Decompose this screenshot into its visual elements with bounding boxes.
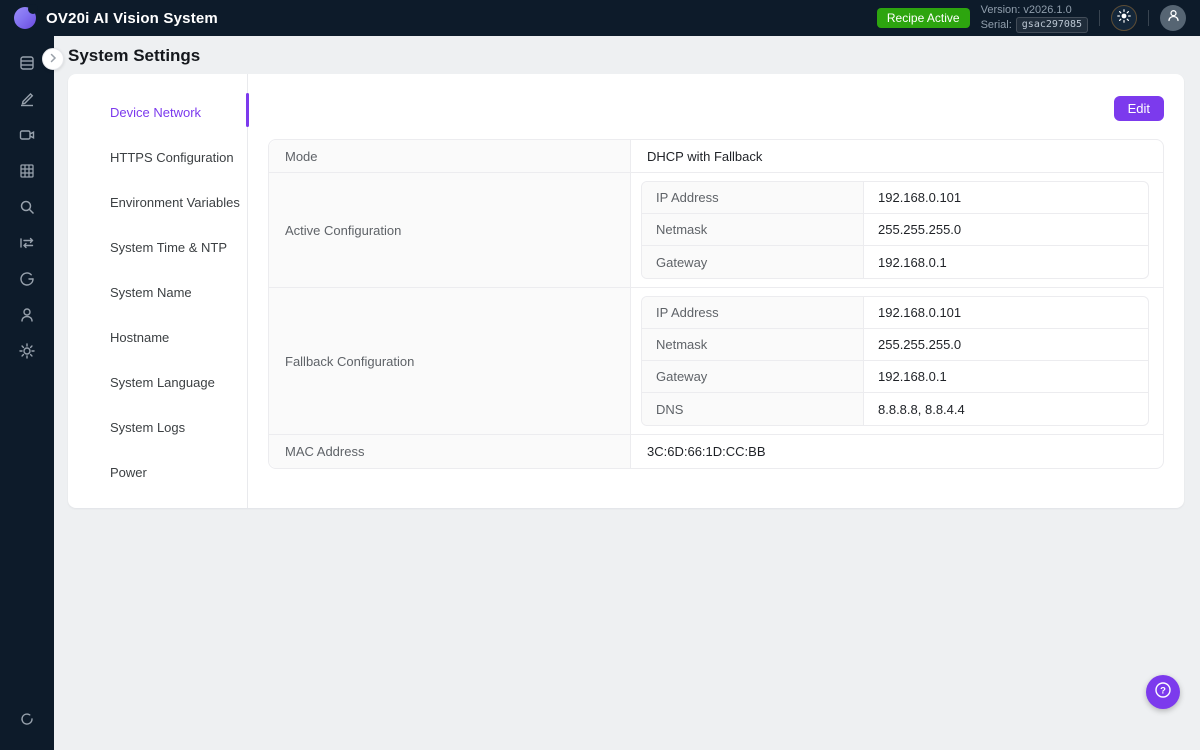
field-value: 192.168.0.101 bbox=[864, 182, 1148, 213]
nav-grid-icon[interactable] bbox=[9, 153, 45, 189]
top-bar: OV20i AI Vision System Recipe Active Ver… bbox=[0, 0, 1200, 36]
menu-item-https-configuration[interactable]: HTTPS Configuration bbox=[68, 135, 247, 180]
subtable-row-netmask: Netmask 255.255.255.0 bbox=[642, 329, 1148, 361]
subtable-row-ip-address: IP Address 192.168.0.101 bbox=[642, 182, 1148, 214]
row-label: Active Configuration bbox=[269, 173, 631, 287]
menu-item-device-network[interactable]: Device Network bbox=[68, 90, 247, 135]
subtable-row-gateway: Gateway 192.168.0.1 bbox=[642, 361, 1148, 393]
field-label: Netmask bbox=[642, 214, 864, 245]
field-label: IP Address bbox=[642, 182, 864, 213]
row-value: 3C:6D:66:1D:CC:BB bbox=[631, 435, 1163, 468]
refresh-spinner-icon[interactable] bbox=[9, 701, 45, 737]
page-title: System Settings bbox=[68, 46, 200, 66]
table-row-mode: Mode DHCP with Fallback bbox=[269, 140, 1163, 173]
field-label: DNS bbox=[642, 393, 864, 425]
serial-label: Serial: bbox=[981, 18, 1012, 33]
table-row-active-configuration: Active Configuration IP Address 192.168.… bbox=[269, 173, 1163, 288]
chevron-right-icon bbox=[48, 50, 58, 68]
nav-users-icon[interactable] bbox=[9, 297, 45, 333]
menu-item-label: Device Network bbox=[110, 105, 201, 120]
menu-item-label: System Language bbox=[110, 375, 215, 390]
app-title: OV20i AI Vision System bbox=[46, 10, 218, 27]
topbar-divider bbox=[1148, 10, 1149, 26]
table-row-mac-address: MAC Address 3C:6D:66:1D:CC:BB bbox=[269, 435, 1163, 468]
nav-search-icon[interactable] bbox=[9, 189, 45, 225]
field-value: 8.8.8.8, 8.8.4.4 bbox=[864, 393, 1148, 425]
serial-value: gsac297085 bbox=[1016, 17, 1088, 33]
topbar-divider bbox=[1099, 10, 1100, 26]
nav-io-flow-icon[interactable] bbox=[9, 225, 45, 261]
nav-edit-icon[interactable] bbox=[9, 81, 45, 117]
version-text: Version: v2026.1.0 bbox=[981, 3, 1088, 18]
menu-item-label: System Time & NTP bbox=[110, 240, 227, 255]
help-button[interactable]: ? bbox=[1146, 675, 1180, 709]
field-label: Gateway bbox=[642, 361, 864, 392]
network-settings-table: Mode DHCP with Fallback Active Configura… bbox=[268, 139, 1164, 469]
main-area: System Settings Device Network HTTPS Con… bbox=[54, 36, 1200, 750]
subtable-row-gateway: Gateway 192.168.0.1 bbox=[642, 246, 1148, 278]
menu-item-hostname[interactable]: Hostname bbox=[68, 315, 247, 360]
user-icon bbox=[1166, 8, 1181, 28]
user-avatar-button[interactable] bbox=[1160, 5, 1186, 31]
field-value: 255.255.255.0 bbox=[864, 214, 1148, 245]
menu-item-label: Hostname bbox=[110, 330, 169, 345]
app-logo bbox=[14, 7, 36, 29]
version-serial-block: Version: v2026.1.0 Serial: gsac297085 bbox=[981, 3, 1088, 34]
subtable-row-ip-address: IP Address 192.168.0.101 bbox=[642, 297, 1148, 329]
row-value: DHCP with Fallback bbox=[631, 140, 1163, 172]
row-label: Mode bbox=[269, 140, 631, 172]
menu-item-label: Environment Variables bbox=[110, 195, 240, 210]
menu-item-label: System Logs bbox=[110, 420, 185, 435]
menu-item-system-logs[interactable]: System Logs bbox=[68, 405, 247, 450]
field-value: 192.168.0.1 bbox=[864, 246, 1148, 278]
edit-button[interactable]: Edit bbox=[1114, 96, 1164, 121]
menu-item-system-name[interactable]: System Name bbox=[68, 270, 247, 315]
nav-settings-gear-icon[interactable] bbox=[9, 333, 45, 369]
field-value: 192.168.0.1 bbox=[864, 361, 1148, 392]
theme-toggle-button[interactable] bbox=[1111, 5, 1137, 31]
table-row-fallback-configuration: Fallback Configuration IP Address 192.16… bbox=[269, 288, 1163, 435]
subtable-row-netmask: Netmask 255.255.255.0 bbox=[642, 214, 1148, 246]
menu-item-power[interactable]: Power bbox=[68, 450, 247, 495]
subtable-row-dns: DNS 8.8.8.8, 8.8.4.4 bbox=[642, 393, 1148, 425]
field-label: IP Address bbox=[642, 297, 864, 328]
menu-item-system-time-ntp[interactable]: System Time & NTP bbox=[68, 225, 247, 270]
field-label: Gateway bbox=[642, 246, 864, 278]
menu-item-label: System Name bbox=[110, 285, 192, 300]
settings-menu: Device Network HTTPS Configuration Envir… bbox=[68, 74, 248, 508]
settings-card: Device Network HTTPS Configuration Envir… bbox=[68, 74, 1184, 508]
row-label: MAC Address bbox=[269, 435, 631, 468]
nav-camera-icon[interactable] bbox=[9, 117, 45, 153]
row-label: Fallback Configuration bbox=[269, 288, 631, 434]
field-value: 192.168.0.101 bbox=[864, 297, 1148, 328]
field-value: 255.255.255.0 bbox=[864, 329, 1148, 360]
menu-item-environment-variables[interactable]: Environment Variables bbox=[68, 180, 247, 225]
nav-recipes-list-icon[interactable] bbox=[9, 45, 45, 81]
menu-item-system-language[interactable]: System Language bbox=[68, 360, 247, 405]
left-nav-rail bbox=[0, 36, 54, 750]
sidebar-expand-button[interactable] bbox=[42, 48, 64, 70]
fallback-configuration-subtable: IP Address 192.168.0.101 Netmask 255.255… bbox=[641, 296, 1149, 426]
svg-text:?: ? bbox=[1160, 685, 1166, 696]
active-configuration-subtable: IP Address 192.168.0.101 Netmask 255.255… bbox=[641, 181, 1149, 279]
field-label: Netmask bbox=[642, 329, 864, 360]
recipe-active-badge: Recipe Active bbox=[877, 8, 970, 28]
menu-item-label: HTTPS Configuration bbox=[110, 150, 234, 165]
sun-icon bbox=[1117, 9, 1131, 28]
nav-power-cycle-icon[interactable] bbox=[9, 261, 45, 297]
menu-item-label: Power bbox=[110, 465, 147, 480]
device-network-panel: Edit Mode DHCP with Fallback Active Conf… bbox=[248, 74, 1184, 508]
question-mark-icon: ? bbox=[1153, 680, 1173, 705]
